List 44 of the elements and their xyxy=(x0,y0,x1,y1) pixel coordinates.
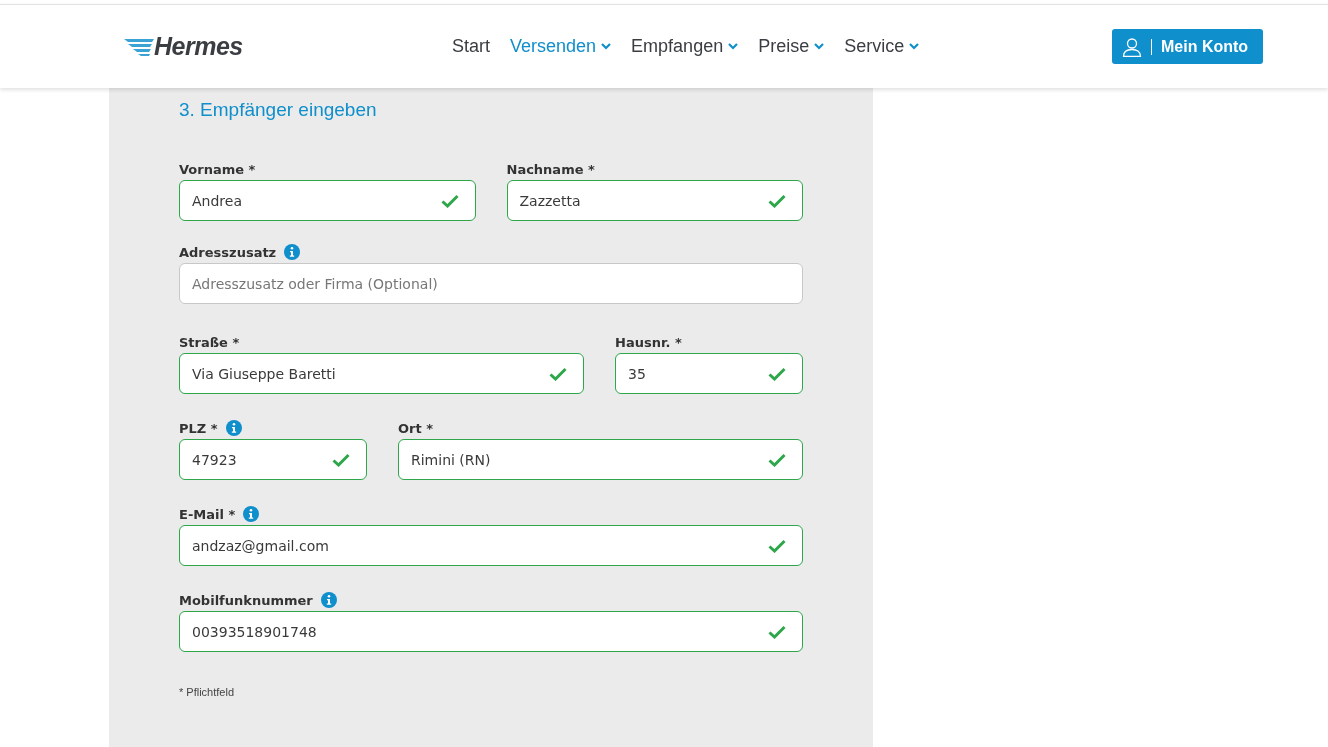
check-icon xyxy=(332,453,350,467)
check-icon xyxy=(768,453,786,467)
info-icon[interactable] xyxy=(320,592,337,608)
input-field[interactable]: Rimini (RN) xyxy=(398,439,803,480)
input-field[interactable]: andzaz@gmail.com xyxy=(179,525,803,566)
input-field[interactable]: 47923 xyxy=(179,439,367,480)
logo[interactable]: Hermes xyxy=(154,32,243,61)
field-label: Mobilfunknummer xyxy=(179,592,313,608)
field-label: Straße * xyxy=(179,334,240,350)
input-field[interactable]: 00393518901748 xyxy=(179,611,803,652)
info-icon[interactable] xyxy=(243,506,260,522)
field-label: Adresszusatz xyxy=(179,244,277,260)
footnote: * Pflichtfeld xyxy=(179,686,236,698)
nav-link[interactable]: Preise xyxy=(758,36,825,57)
field-label: Hausnr. * xyxy=(615,334,682,350)
nav-link[interactable]: Start xyxy=(452,36,490,57)
field-label: E-Mail * xyxy=(179,506,236,522)
chevron-down-icon xyxy=(728,43,739,50)
check-icon xyxy=(768,367,786,381)
check-icon xyxy=(768,539,786,553)
input-field[interactable]: Zazzetta xyxy=(506,180,803,221)
info-icon[interactable] xyxy=(225,420,242,436)
check-icon xyxy=(440,194,459,208)
info-icon[interactable] xyxy=(284,244,301,260)
nav-link[interactable]: Service xyxy=(844,36,920,57)
chevron-down-icon xyxy=(814,43,825,50)
account-button[interactable]: Mein Konto xyxy=(1112,29,1263,64)
input-field[interactable]: Andrea xyxy=(179,180,476,221)
input-field[interactable]: 35 xyxy=(615,353,803,394)
check-icon xyxy=(549,367,567,381)
field-label: Vorname * xyxy=(179,161,256,177)
chevron-down-icon xyxy=(601,43,612,50)
field-label: PLZ * xyxy=(179,420,218,436)
section-title: 3. Empfänger eingeben xyxy=(179,98,378,122)
nav-link[interactable]: Empfangen xyxy=(631,36,739,57)
chevron-down-icon xyxy=(909,43,920,50)
check-icon xyxy=(768,194,786,208)
user-icon xyxy=(1122,36,1142,57)
field-label: Ort * xyxy=(398,420,433,436)
check-icon xyxy=(768,625,786,639)
input-field[interactable]: Via Giuseppe Baretti xyxy=(179,353,584,394)
input-field[interactable]: Adresszusatz oder Firma (Optional) xyxy=(179,263,803,304)
nav-link[interactable]: Versenden xyxy=(510,36,612,57)
field-label: Nachname * xyxy=(506,161,595,177)
